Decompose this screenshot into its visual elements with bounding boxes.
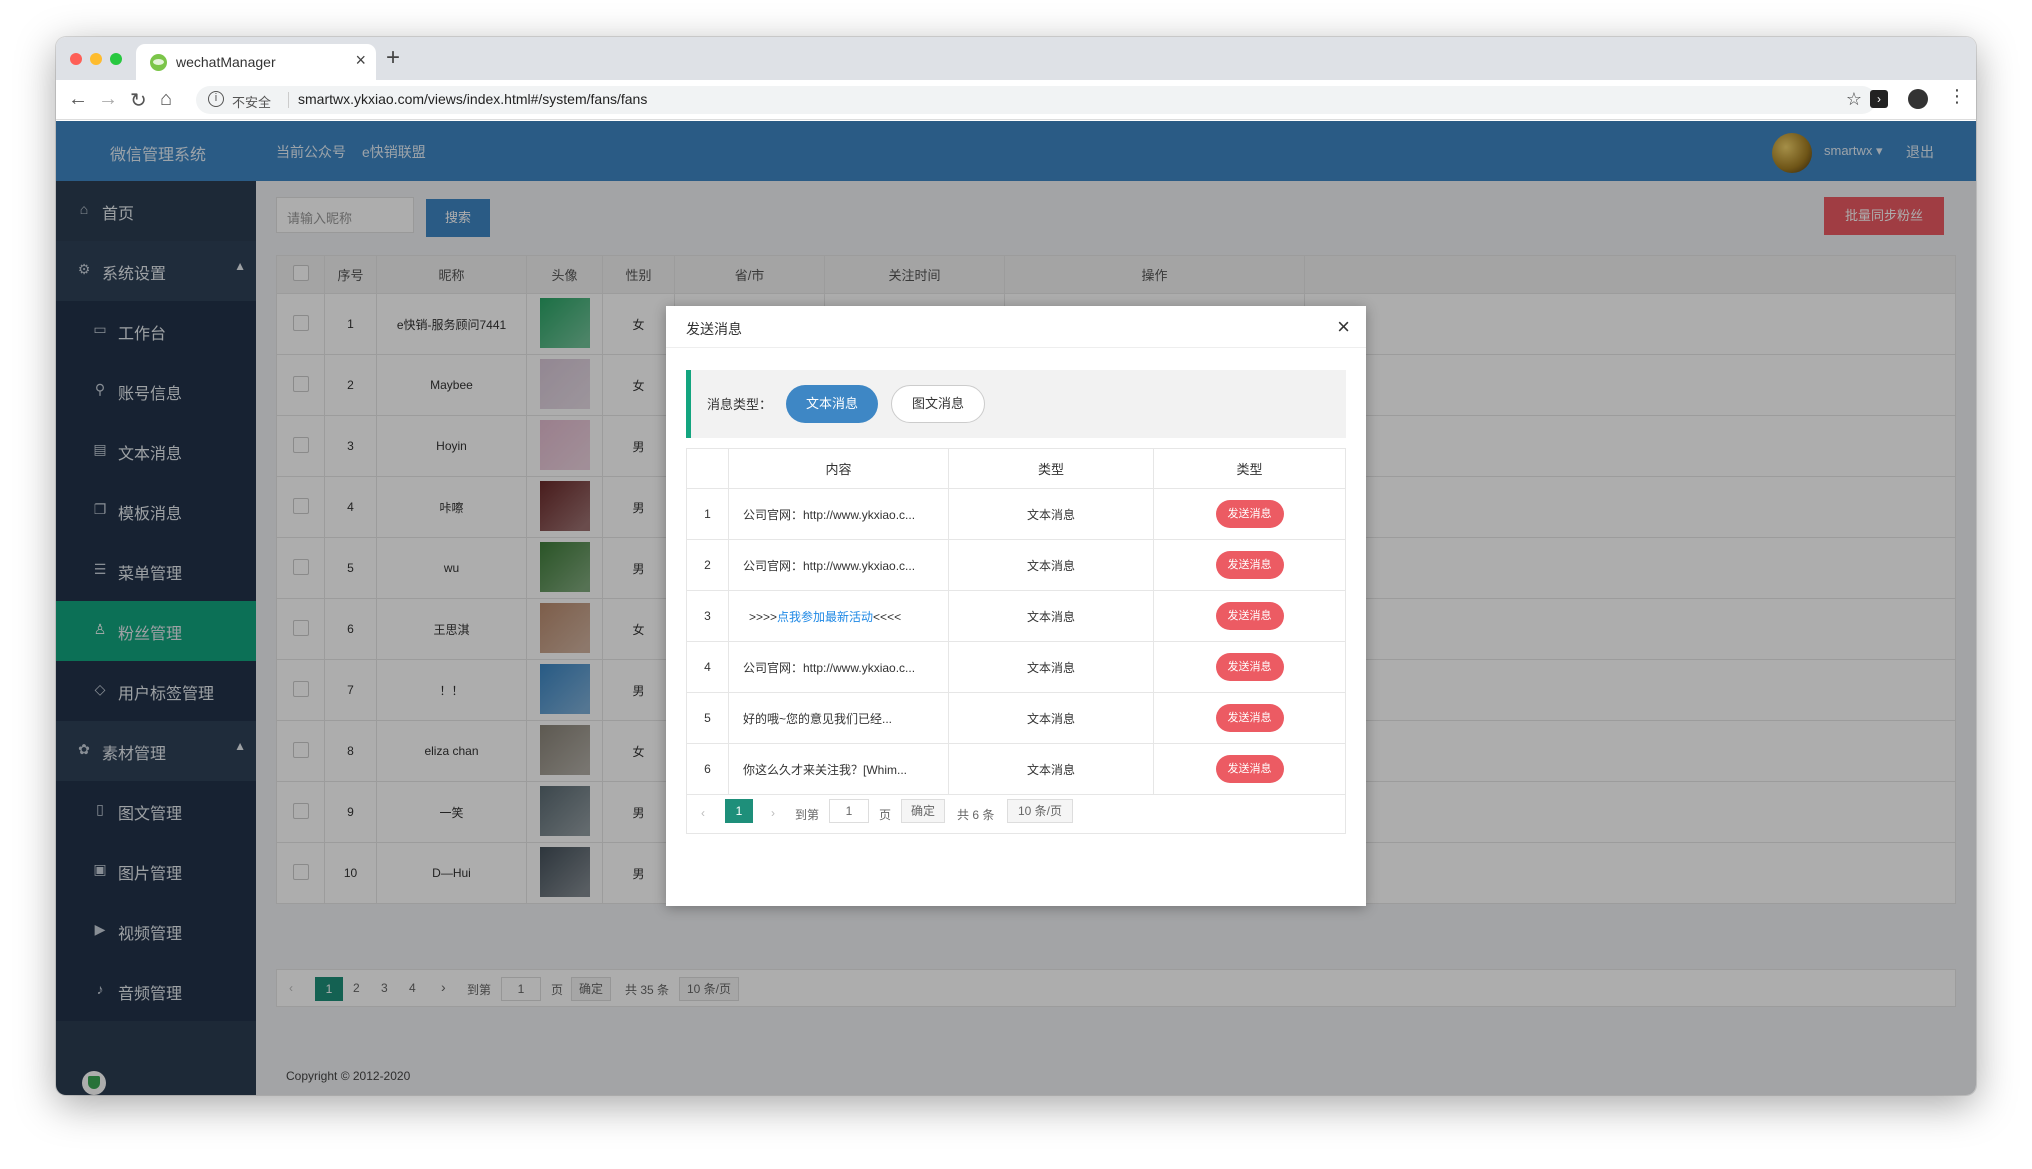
modal-titlebar: 发送消息 × [666,306,1366,348]
content-cell: 好的哦~您的意见我们已经... [728,692,949,744]
table-row: 5 好的哦~您的意见我们已经... 文本消息 发送消息 [686,692,1346,744]
action-cell: 发送消息 [1153,539,1346,591]
type-cell: 文本消息 [948,743,1154,795]
table-row: 4 公司官网：http://www.ykxiao.c... 文本消息 发送消息 [686,641,1346,693]
action-cell: 发送消息 [1153,692,1346,744]
action-cell: 发送消息 [1153,743,1346,795]
message-table: 内容 类型 类型 1 公司官网：http://www.ykxiao.c... 文本消… [686,448,1346,795]
total-count: 共 6 条 [957,808,995,822]
send-message-button[interactable]: 发送消息 [1215,602,1284,630]
forward-icon[interactable]: → [98,88,118,111]
table-row: 6 你这么久才来关注我？[Whim... 文本消息 发送消息 [686,743,1346,795]
col-header: 类型 [1153,448,1346,489]
info-icon[interactable]: i [208,91,224,107]
type-cell: 文本消息 [948,539,1154,591]
action-cell: 发送消息 [1153,488,1346,540]
url-text: smartwx.ykxiao.com/views/index.html#/sys… [298,91,648,107]
type-cell: 文本消息 [948,641,1154,693]
home-browser-icon[interactable]: ⌂ [160,88,172,111]
type-cell: 文本消息 [948,692,1154,744]
message-type-label: 消息类型： [707,397,773,412]
action-cell: 发送消息 [1153,590,1346,642]
content-cell: 你这么久才来关注我？[Whim... [728,743,949,795]
close-tab-icon[interactable]: × [355,50,366,71]
send-message-modal: 发送消息 × 消息类型： 文本消息 图文消息 内容 类型 类型 1 公司官网：ht… [666,306,1366,906]
close-window-button[interactable] [70,53,82,65]
maximize-window-button[interactable] [110,53,122,65]
table-row: 1 公司官网：http://www.ykxiao.c... 文本消息 发送消息 [686,488,1346,540]
col-header: 类型 [948,448,1154,489]
modal-title: 发送消息 [686,321,742,337]
page-unit-label: 页 [879,808,892,822]
action-cell: 发送消息 [1153,641,1346,693]
activity-link[interactable]: 点我参加最新活动 [777,610,873,624]
content-cell: 公司官网：http://www.ykxiao.c... [728,539,949,591]
goto-page-input[interactable]: 1 [829,799,869,823]
insecure-label: 不安全 [232,95,272,110]
row-number: 6 [686,743,729,795]
col-header-index [686,448,729,489]
table-header-row: 内容 类型 类型 [686,448,1346,489]
content-cell: 公司官网：http://www.ykxiao.c... [728,488,949,540]
more-menu-icon[interactable]: ⋮ [1948,86,1966,107]
back-icon[interactable]: ← [68,88,88,111]
send-message-button[interactable]: 发送消息 [1215,500,1284,528]
url-separator [288,92,289,108]
type-cell: 文本消息 [948,590,1154,642]
wechat-favicon-icon [150,54,167,71]
minimize-window-button[interactable] [90,53,102,65]
browser-tab[interactable]: wechatManager × [136,44,376,80]
page-size-select[interactable]: 10 条/页 [1007,799,1073,823]
content-prefix: >>>> [749,609,778,624]
table-row: 3 >>>>点我参加最新活动<<<< 文本消息 发送消息 [686,590,1346,642]
profile-avatar-icon[interactable] [1908,89,1928,109]
next-page-icon[interactable]: › [771,806,775,820]
row-number: 2 [686,539,729,591]
goto-label: 到第 [795,808,820,822]
url-field[interactable]: i 不安全 smartwx.ykxiao.com/views/index.htm… [196,86,1876,114]
content-suffix: <<<< [873,609,902,624]
send-message-button[interactable]: 发送消息 [1215,551,1284,579]
send-message-button[interactable]: 发送消息 [1215,755,1284,783]
col-header: 内容 [728,448,949,489]
news-message-type-button[interactable]: 图文消息 [891,385,985,423]
row-number: 5 [686,692,729,744]
row-number: 4 [686,641,729,693]
message-pagination: ‹ 1 › 到第 1 页 确定 共 6 条 10 条/页 [686,792,1346,834]
reload-icon[interactable]: ↻ [130,88,147,113]
address-bar-row: ← → ↻ ⌂ i 不安全 smartwx.ykxiao.com/views/i… [56,80,1976,120]
message-type-bar: 消息类型： 文本消息 图文消息 [686,370,1346,438]
bookmark-star-icon[interactable]: ☆ [1846,89,1862,110]
browser-window: wechatManager × + ← → ↻ ⌂ i 不安全 smartwx.… [56,37,1976,1095]
tab-title: wechatManager [176,54,276,70]
type-cell: 文本消息 [948,488,1154,540]
send-message-button[interactable]: 发送消息 [1215,653,1284,681]
row-number: 3 [686,590,729,642]
row-number: 1 [686,488,729,540]
page-1[interactable]: 1 [725,799,753,823]
browser-titlebar: wechatManager × + [56,37,1976,80]
new-tab-icon[interactable]: + [386,44,400,72]
prev-page-icon[interactable]: ‹ [701,806,705,820]
content-cell: >>>>点我参加最新活动<<<< [728,590,949,642]
table-row: 2 公司官网：http://www.ykxiao.c... 文本消息 发送消息 [686,539,1346,591]
close-icon[interactable]: × [1337,314,1350,340]
goto-confirm-button[interactable]: 确定 [901,799,945,823]
send-message-button[interactable]: 发送消息 [1215,704,1284,732]
text-message-type-button[interactable]: 文本消息 [786,385,878,423]
content-cell: 公司官网：http://www.ykxiao.c... [728,641,949,693]
extension-terminal-icon[interactable]: › [1870,90,1888,108]
